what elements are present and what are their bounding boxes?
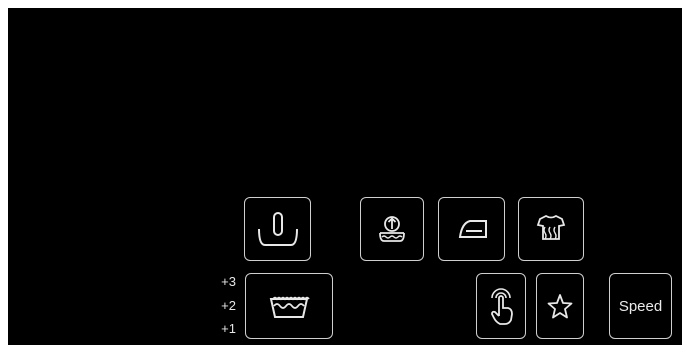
level-plus3-label: +3 [221,274,236,289]
soil-level-button[interactable] [245,273,333,339]
basin-icon [269,296,310,318]
touch-icon [491,288,513,325]
speed-button[interactable]: Speed [609,273,672,339]
steam-button[interactable] [518,197,584,261]
hand-wash-icon [257,212,298,246]
hand-wash-button[interactable] [244,197,311,261]
star-icon [547,294,573,319]
level-plus1-label: +1 [221,321,236,336]
speed-label: Speed [618,297,663,315]
control-panel-screen: +3 +2 +1 Speed [8,8,682,345]
easy-iron-button[interactable] [438,197,505,261]
favorite-button[interactable] [536,273,584,339]
rinse-icon [379,216,405,242]
rinse-hold-button[interactable] [360,197,424,261]
level-plus2-label: +2 [221,298,236,313]
steam-shirt-icon [536,214,566,240]
iron-icon [458,220,487,238]
touch-control-button[interactable] [476,273,526,339]
